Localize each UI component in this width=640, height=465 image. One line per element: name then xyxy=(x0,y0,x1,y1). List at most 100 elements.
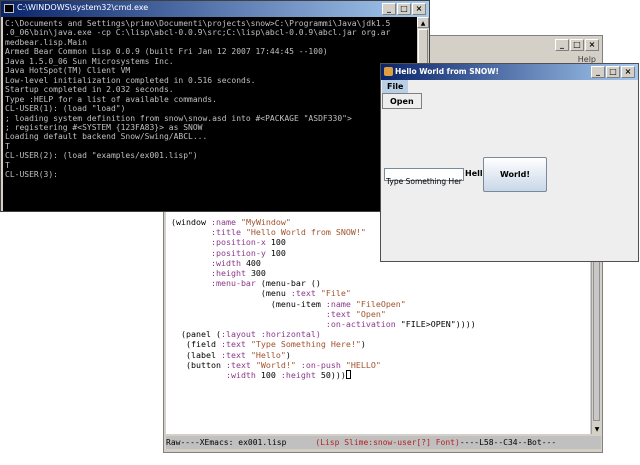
code-token: 100 xyxy=(270,237,286,248)
close-button[interactable]: × xyxy=(585,39,599,51)
code-token: :height xyxy=(210,268,251,279)
code-token: :menu-bar xyxy=(210,278,261,289)
world-button[interactable]: World! xyxy=(483,157,547,192)
code-line: (button :text "World!" :on-push "HELLO" xyxy=(171,360,476,370)
console-line: Java HotSpot(TM) Client VM xyxy=(5,66,131,76)
modeline-buffer: Raw----XEmacs: ex001.lisp xyxy=(166,438,316,447)
text-cursor xyxy=(345,370,351,380)
code-token: "Type Something Here!" xyxy=(250,339,361,350)
console-line: medbear.lisp.Main xyxy=(5,37,87,47)
code-token: (menu-item xyxy=(171,298,326,309)
hello-menubar: File xyxy=(381,80,638,93)
code-line: (field :text "Type Something Here!") xyxy=(171,339,476,349)
code-token: 100 xyxy=(260,370,281,381)
code-token: :text xyxy=(325,308,356,319)
console-text: C:\Documents and Settings\primo\Document… xyxy=(5,19,390,180)
code-token: (menu xyxy=(171,288,291,299)
code-token: "World!" xyxy=(255,359,301,370)
console-line: Java 1.5.0_06 Sun Microsystems Inc. xyxy=(5,56,174,66)
xemacs-window-controls: _ □ × xyxy=(555,39,599,51)
code-token: :position-x xyxy=(210,237,271,248)
modeline-mode: (Lisp Slime:snow-user[?] Font) xyxy=(315,438,460,447)
close-button[interactable]: × xyxy=(621,66,635,78)
close-button[interactable]: × xyxy=(412,3,426,15)
minimize-button[interactable]: _ xyxy=(555,39,569,51)
console-line: ; loading system definition from snow\sn… xyxy=(5,113,352,123)
console-line: ; registering #<SYSTEM {123FA83}> as SNO… xyxy=(5,122,203,132)
minimize-button[interactable]: _ xyxy=(591,66,605,78)
console-line: Loading default backend Snow/Swing/ABCL.… xyxy=(5,132,208,142)
menu-item-open[interactable]: Open xyxy=(390,97,414,106)
code-line: :menu-bar (menu-bar () xyxy=(171,278,476,288)
hello-title: Hello World from SNOW! xyxy=(395,67,499,76)
code-line: (menu-item :name "FileOpen" xyxy=(171,299,476,309)
code-token: :height xyxy=(280,370,321,381)
console-line: Startup completed in 2.032 seconds. xyxy=(5,85,174,95)
console-line: C:\Documents and Settings\primo\Document… xyxy=(5,19,391,28)
hello-titlebar[interactable]: Hello World from SNOW! _ □ × xyxy=(381,64,638,80)
menu-file[interactable]: File xyxy=(382,80,409,93)
cmd-window-controls: _ □ × xyxy=(382,3,426,15)
console-icon xyxy=(4,4,14,13)
code-token: "Hello World from SNOW!" xyxy=(245,227,366,238)
code-token: "HELLO" xyxy=(345,359,381,370)
console-line: Type :HELP for a list of available comma… xyxy=(5,94,217,104)
code-token: :text xyxy=(225,359,256,370)
text-field[interactable] xyxy=(384,168,464,187)
maximize-button[interactable]: □ xyxy=(570,39,584,51)
console-line: CL-USER(1): (load "load") xyxy=(5,104,126,114)
code-token: (label xyxy=(171,349,221,360)
console-line: CL-USER(3): xyxy=(5,170,58,180)
code-token: (panel ( xyxy=(171,329,221,340)
console-line: T xyxy=(5,160,10,170)
console-line: T xyxy=(5,141,10,151)
code-token: :width xyxy=(210,257,246,268)
code-line: (menu :text "File" xyxy=(171,288,476,298)
maximize-button[interactable]: □ xyxy=(397,3,411,15)
code-token: :title xyxy=(210,227,246,238)
console-line: Armed Bear Common Lisp 0.0.9 (built Fri … xyxy=(5,47,328,57)
code-token: :layout xyxy=(220,329,261,340)
modeline-position: ----L58--C34--Bot--- xyxy=(459,438,557,447)
code-token: ) xyxy=(360,339,366,350)
code-token: "Open" xyxy=(355,308,386,319)
something-input[interactable] xyxy=(385,176,463,187)
code-token: (menu-bar () xyxy=(260,278,321,289)
cmd-window: C:\WINDOWS\system32\cmd.exe _ □ × C:\Doc… xyxy=(0,0,430,212)
scroll-up-arrow-icon[interactable]: ▲ xyxy=(417,17,429,28)
maximize-button[interactable]: □ xyxy=(606,66,620,78)
code-token: "FILE>OPEN")))) xyxy=(400,319,476,330)
code-token: :on-push xyxy=(300,359,346,370)
code-token: :text xyxy=(290,288,321,299)
code-token: 100 xyxy=(270,247,286,258)
console-line: Low-level initialization completed in 0.… xyxy=(5,75,256,85)
code-token: :horizontal) xyxy=(260,329,321,340)
scroll-down-arrow-icon[interactable]: ▼ xyxy=(592,425,602,434)
code-token: "FileOpen" xyxy=(355,298,406,309)
code-line: (panel (:layout :horizontal) xyxy=(171,329,476,339)
cmd-title: C:\WINDOWS\system32\cmd.exe xyxy=(17,3,149,12)
code-token: :name xyxy=(210,217,241,227)
code-token: "MyWindow" xyxy=(240,217,291,227)
code-line: :height 300 xyxy=(171,268,476,278)
modeline: Raw----XEmacs: ex001.lisp (Lisp Slime:sn… xyxy=(166,436,601,449)
code-line: :text "Open" xyxy=(171,309,476,319)
code-token: 400 xyxy=(245,257,261,268)
code-token: 300 xyxy=(250,268,266,279)
console-line: CL-USER(2): (load "examples/ex001.lisp") xyxy=(5,151,198,161)
code-token: :text xyxy=(220,349,251,360)
cmd-titlebar[interactable]: C:\WINDOWS\system32\cmd.exe _ □ × xyxy=(1,1,429,17)
minimize-button[interactable]: _ xyxy=(382,3,396,15)
file-dropdown: Open xyxy=(382,93,422,109)
code-token: "File" xyxy=(320,288,351,299)
code-token: :on-activation xyxy=(325,319,401,330)
console-output[interactable]: C:\Documents and Settings\primo\Document… xyxy=(3,17,417,211)
code-token: :width xyxy=(225,370,261,381)
